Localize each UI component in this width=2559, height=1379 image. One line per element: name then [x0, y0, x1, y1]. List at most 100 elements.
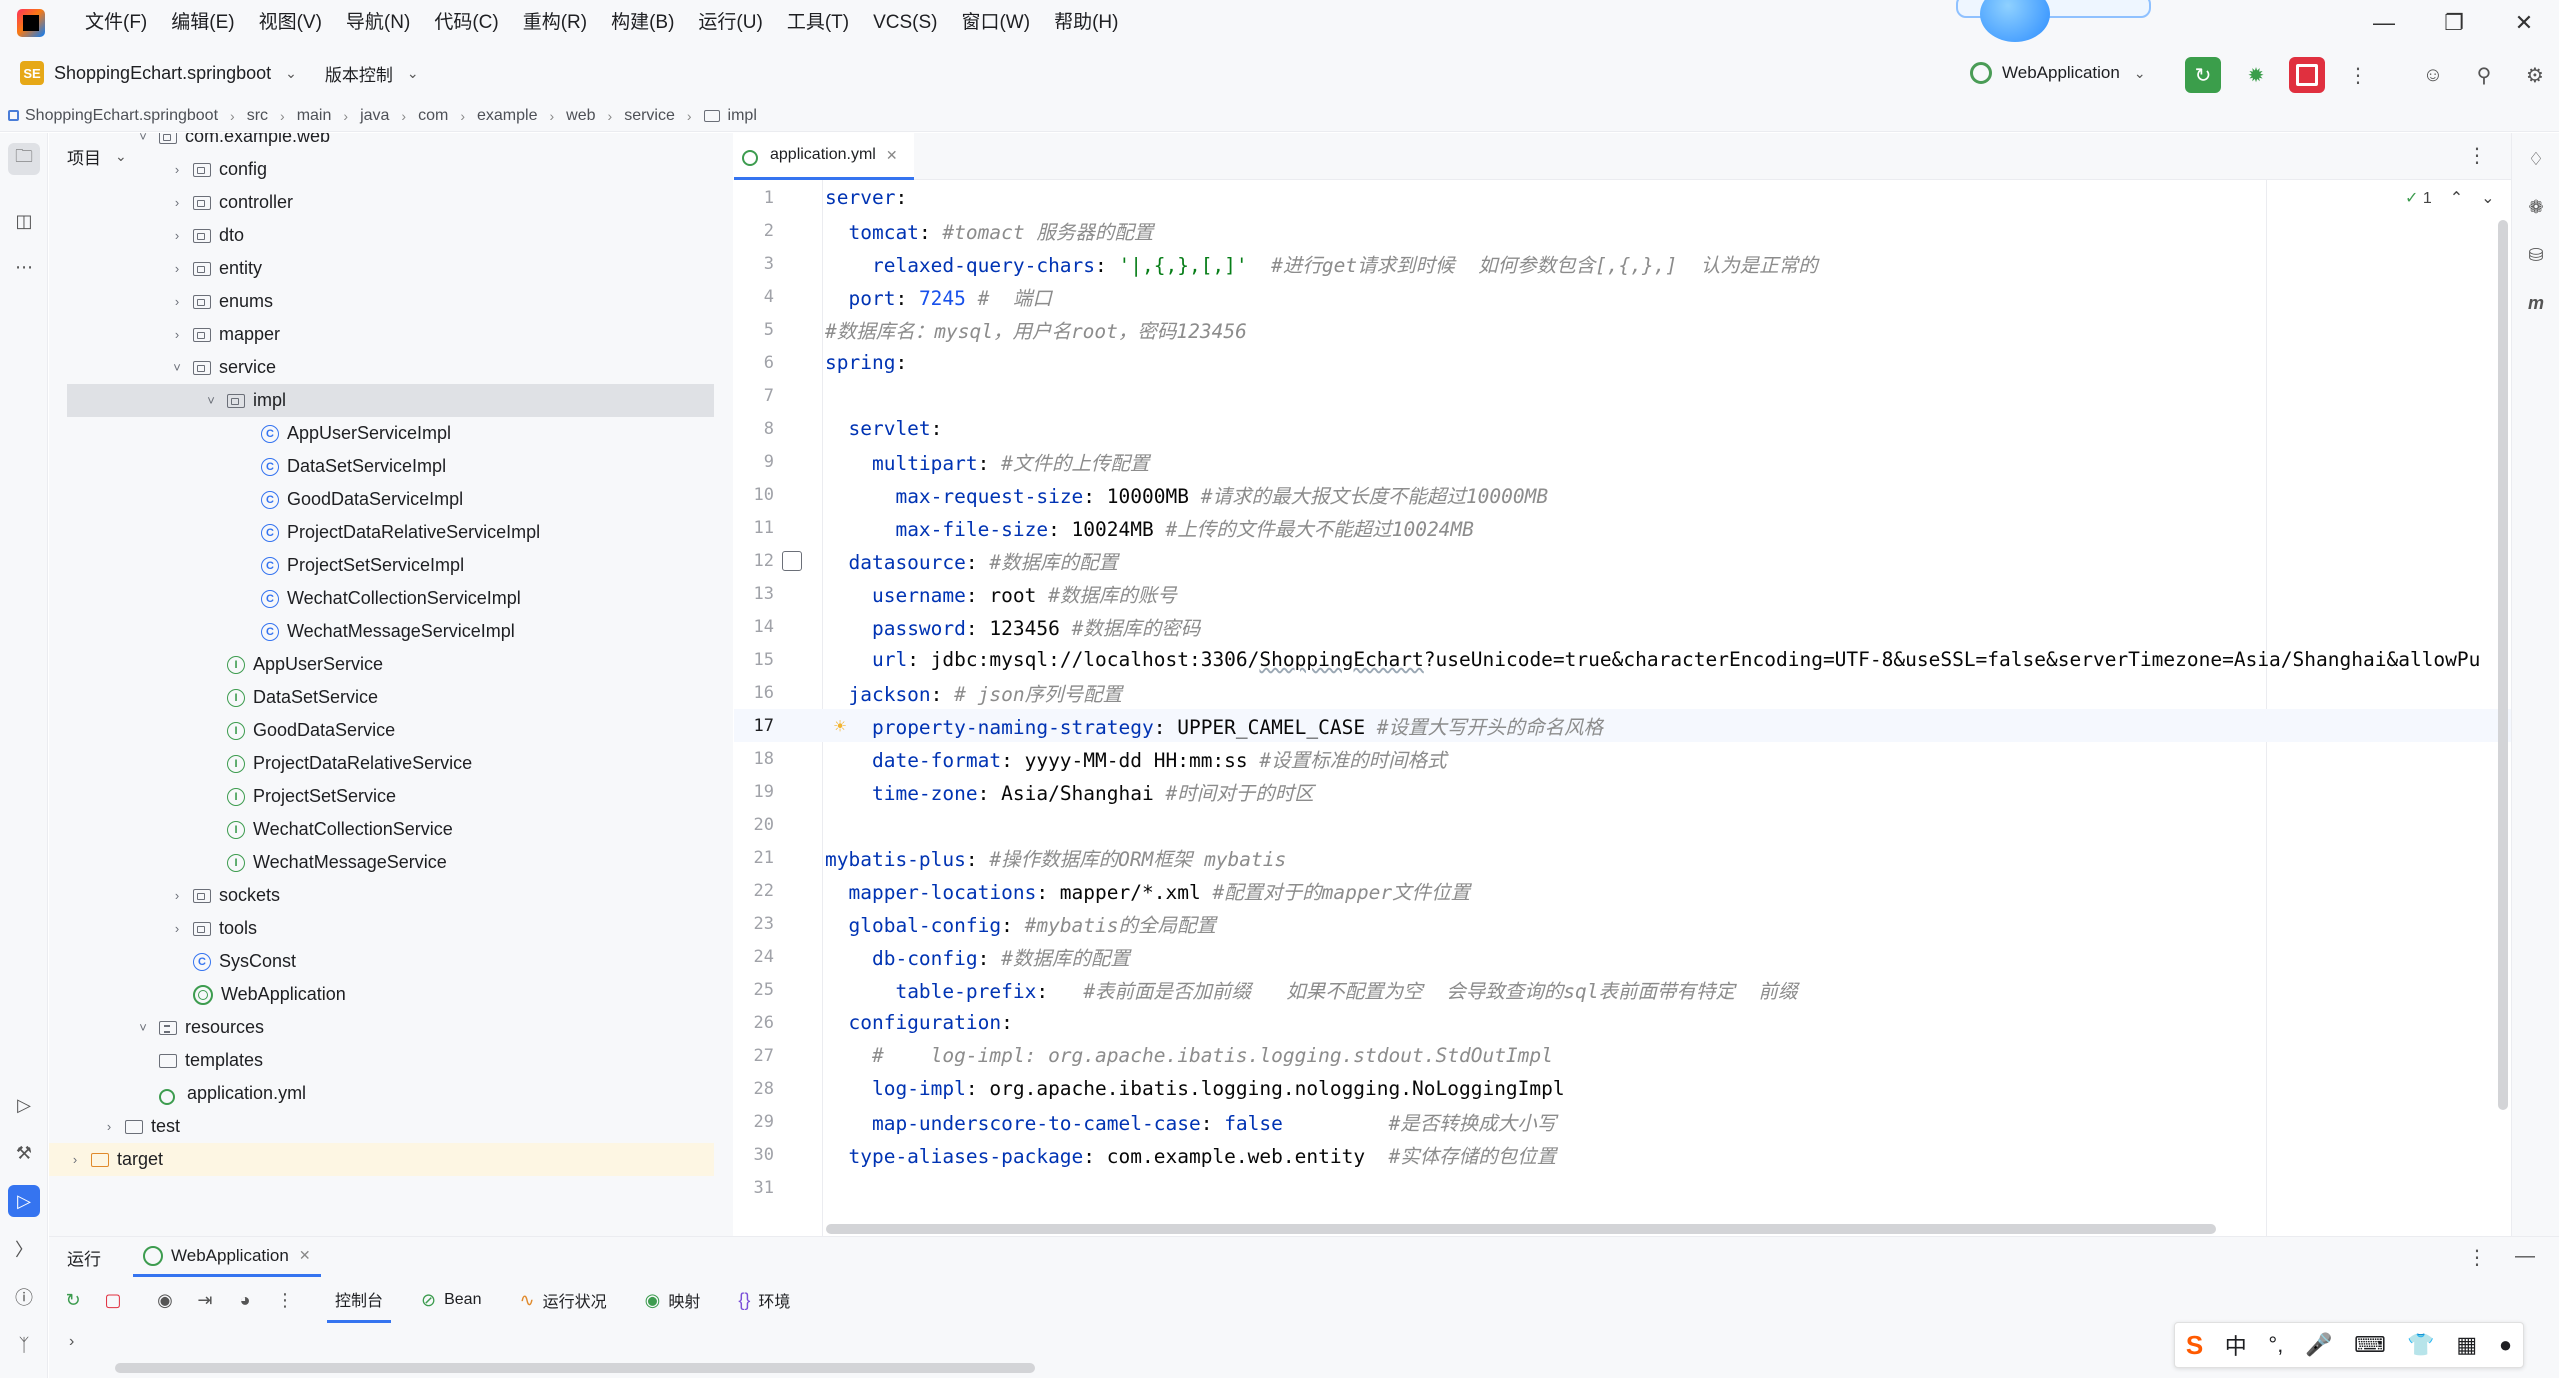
run-icon[interactable]: ▷	[8, 1185, 40, 1217]
menu-help[interactable]: 帮助(H)	[1042, 0, 1130, 46]
code-line[interactable]: 16 jackson: # json序列号配置	[734, 676, 2511, 709]
code-line[interactable]: 2 tomcat: #tomact 服务器的配置	[734, 214, 2511, 247]
subtab-bean[interactable]: ⊘ Bean	[413, 1277, 489, 1323]
breadcrumb-item[interactable]: main	[297, 107, 332, 125]
tree-item[interactable]: application.yml	[49, 1077, 714, 1110]
vcs-widget[interactable]: 版本控制 ⌄	[325, 61, 419, 86]
tree-item[interactable]: templates	[49, 1044, 714, 1077]
chevron-right-icon[interactable]: ›	[169, 921, 185, 936]
tree-item[interactable]: C SysConst	[49, 945, 714, 978]
more-options-icon[interactable]: ⋮	[2467, 1245, 2487, 1270]
project-widget[interactable]: SE ShoppingEchart.springboot ⌄	[20, 61, 297, 85]
code-line[interactable]: 15 url: jdbc:mysql://localhost:3306/Shop…	[734, 643, 2511, 676]
minimize-button[interactable]: —	[2349, 0, 2419, 46]
code-line[interactable]: 6 spring:	[734, 346, 2511, 379]
keyboard-icon[interactable]: ⌨	[2354, 1332, 2386, 1358]
build-hammer-icon[interactable]: ⚒	[8, 1137, 40, 1169]
chevron-right-icon[interactable]: ›	[169, 261, 185, 276]
more-actions-icon[interactable]: ⋮	[265, 1290, 305, 1311]
code-line[interactable]: 9 multipart: #文件的上传配置	[734, 445, 2511, 478]
code-line[interactable]: 28 log-impl: org.apache.ibatis.logging.n…	[734, 1072, 2511, 1105]
settings-gear-icon[interactable]: ⚙	[2520, 60, 2550, 90]
close-tab-icon[interactable]: ✕	[299, 1247, 311, 1264]
code-line[interactable]: 1 server:	[734, 181, 2511, 214]
menu-edit[interactable]: 编辑(E)	[159, 0, 246, 46]
add-user-icon[interactable]: ☺	[2418, 60, 2448, 90]
rerun-icon[interactable]: ↻	[53, 1290, 93, 1311]
screenshot-camera-icon[interactable]: ◉	[145, 1290, 185, 1311]
menu-tools[interactable]: 工具(T)	[775, 0, 861, 46]
ai-assistant-icon[interactable]: ❁	[2522, 193, 2550, 221]
ime-chinese-mode[interactable]: 中	[2225, 1329, 2247, 1361]
chevron-right-icon[interactable]: ›	[169, 327, 185, 342]
tree-item[interactable]: › target	[49, 1143, 714, 1176]
tree-item[interactable]: › tools	[49, 912, 714, 945]
maximize-button[interactable]: ❐	[2419, 0, 2489, 46]
breadcrumb-item[interactable]: impl	[703, 107, 757, 125]
tree-item[interactable]: I WechatCollectionService	[49, 813, 714, 846]
breadcrumb-item[interactable]: com	[418, 107, 448, 125]
code-line[interactable]: 5 #数据库名：mysql，用户名root，密码123456	[734, 313, 2511, 346]
search-icon[interactable]: ⚲	[2469, 60, 2499, 90]
tree-item[interactable]: ˅ resources	[49, 1011, 714, 1044]
tree-item[interactable]: ˅ com.example.web	[49, 133, 714, 153]
grid-menu-icon[interactable]: ▦	[2456, 1332, 2477, 1358]
chevron-right-icon[interactable]: ›	[169, 888, 185, 903]
tree-item[interactable]: › dto	[49, 219, 714, 252]
project-folder-icon[interactable]: 🗀	[8, 143, 40, 175]
tree-item[interactable]: C WechatCollectionServiceImpl	[49, 582, 714, 615]
code-line[interactable]: 13 username: root #数据库的账号	[734, 577, 2511, 610]
structure-icon[interactable]: ◫	[8, 205, 40, 237]
code-line[interactable]: 7	[734, 379, 2511, 412]
datasource-gutter-icon[interactable]	[782, 550, 802, 571]
code-line[interactable]: 30 type-aliases-package: com.example.web…	[734, 1138, 2511, 1171]
tree-item[interactable]: C AppUserServiceImpl	[49, 417, 714, 450]
chevron-down-icon[interactable]: ˅	[169, 360, 185, 375]
editor-horizontal-scrollbar[interactable]	[826, 1224, 2216, 1234]
code-editor[interactable]: 1 server: 2 tomcat: #tomact 服务器的配置 3 relaxe…	[734, 180, 2511, 1236]
chevron-down-icon[interactable]: ˅	[135, 133, 151, 144]
menu-file[interactable]: 文件(F)	[73, 0, 159, 46]
code-line[interactable]: 23 global-config: #mybatis的全局配置	[734, 907, 2511, 940]
breadcrumb-item[interactable]: web	[566, 107, 595, 125]
menu-view[interactable]: 视图(V)	[247, 0, 334, 46]
breadcrumb-item[interactable]: java	[360, 107, 389, 125]
stop-button[interactable]	[2289, 57, 2325, 93]
run-config-selector[interactable]: WebApplication ⌄	[1970, 46, 2146, 100]
subtab-console[interactable]: 控制台	[327, 1277, 392, 1323]
code-line[interactable]: 3 relaxed-query-chars: '|,{,},[,]' #进行ge…	[734, 247, 2511, 280]
database-icon[interactable]: ⛁	[2522, 241, 2550, 269]
code-line[interactable]: 25 table-prefix: #表前面是否加前缀 如果不配置为空 会导致查询…	[734, 973, 2511, 1006]
tree-item[interactable]: WebApplication	[49, 978, 714, 1011]
chevron-right-icon[interactable]: ›	[169, 294, 185, 309]
tree-item[interactable]: C DataSetServiceImpl	[49, 450, 714, 483]
more-actions-icon[interactable]: ⋮	[2340, 57, 2376, 93]
chevron-down-icon[interactable]: ˅	[203, 393, 219, 408]
subtab-mappings[interactable]: ◉ 映射	[637, 1277, 709, 1323]
maven-icon[interactable]: m	[2522, 289, 2550, 317]
notifications-bell-icon[interactable]: ♢	[2522, 145, 2550, 173]
tree-item[interactable]: I DataSetService	[49, 681, 714, 714]
breadcrumb-item[interactable]: service	[624, 107, 675, 125]
console-horizontal-scrollbar[interactable]	[115, 1363, 1035, 1373]
tree-item[interactable]: C ProjectSetServiceImpl	[49, 549, 714, 582]
code-line[interactable]: 17 ☀ property-naming-strategy: UPPER_CAME…	[734, 709, 2511, 742]
tree-item[interactable]: I ProjectDataRelativeService	[49, 747, 714, 780]
stop-icon[interactable]: ▢	[93, 1290, 133, 1311]
code-line[interactable]: 31	[734, 1171, 2511, 1204]
tree-item[interactable]: › enums	[49, 285, 714, 318]
tab-actions-more-icon[interactable]: ⋮	[2467, 143, 2487, 168]
tree-item[interactable]: C WechatMessageServiceImpl	[49, 615, 714, 648]
chevron-right-icon[interactable]: ›	[169, 162, 185, 177]
tree-item[interactable]: C ProjectDataRelativeServiceImpl	[49, 516, 714, 549]
more-tools-icon[interactable]: ⋯	[8, 251, 40, 283]
close-tab-icon[interactable]: ✕	[886, 147, 898, 164]
code-line[interactable]: 20	[734, 808, 2511, 841]
tree-item[interactable]: › controller	[49, 186, 714, 219]
profiler-gauge-icon[interactable]: ◕	[225, 1290, 265, 1311]
code-line[interactable]: 29 map-underscore-to-camel-case: false #…	[734, 1105, 2511, 1138]
chevron-right-icon[interactable]: ›	[169, 228, 185, 243]
menu-vcs[interactable]: VCS(S)	[861, 0, 949, 46]
inspection-widget[interactable]: ✓ 1 ⌃ ⌄	[2405, 188, 2495, 208]
code-line[interactable]: 11 max-file-size: 10024MB #上传的文件最大不能超过10…	[734, 511, 2511, 544]
